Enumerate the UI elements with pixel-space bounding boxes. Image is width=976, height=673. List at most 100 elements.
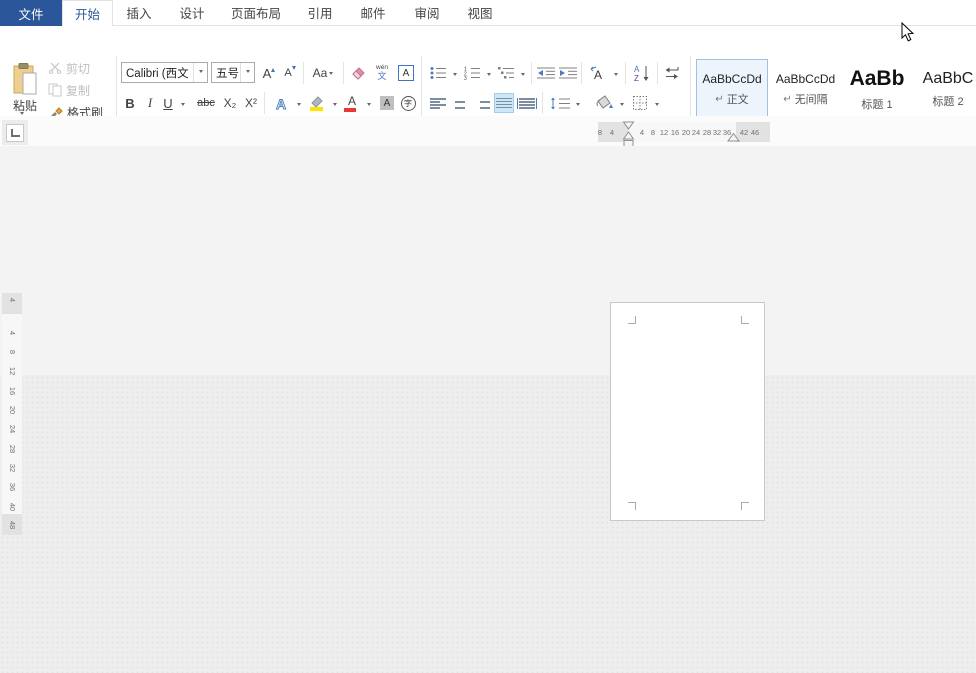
line-spacing-dropdown[interactable] bbox=[572, 94, 583, 113]
align-left-icon bbox=[430, 98, 446, 109]
tab-references[interactable]: 引用 bbox=[295, 0, 345, 25]
numbered-list-icon: 1 2 3 bbox=[464, 66, 480, 80]
margin-crop-mark bbox=[628, 316, 636, 324]
cut-button: 剪切 bbox=[48, 59, 90, 77]
indent-markers[interactable] bbox=[622, 121, 635, 148]
bullets-button[interactable] bbox=[427, 63, 449, 83]
clear-formatting-button[interactable] bbox=[348, 63, 368, 83]
copy-pages-icon bbox=[48, 83, 62, 97]
phonetic-guide-button[interactable]: wén 文 bbox=[372, 61, 392, 85]
style-card-no-spacing[interactable]: AaBbCcDd ↵无间隔 bbox=[770, 59, 841, 120]
asian-layout-button[interactable]: A bbox=[586, 63, 610, 83]
font-name-dropdown[interactable] bbox=[193, 63, 207, 82]
numbering-button[interactable]: 1 2 3 bbox=[461, 63, 483, 83]
font-name-value: Calibri (西文 bbox=[122, 63, 193, 82]
tab-view[interactable]: 视图 bbox=[455, 0, 505, 25]
chevron-down-icon bbox=[246, 70, 250, 75]
tab-insert[interactable]: 插入 bbox=[114, 0, 164, 25]
paint-bucket-icon bbox=[594, 95, 614, 111]
ribbon-tab-bar: 文件 开始 插入 设计 页面布局 引用 邮件 审阅 视图 bbox=[0, 0, 976, 26]
copy-label: 复制 bbox=[66, 82, 90, 99]
align-right-button[interactable] bbox=[472, 94, 492, 113]
strikethrough-button[interactable]: abc bbox=[194, 93, 218, 113]
margin-crop-mark bbox=[741, 502, 749, 510]
dropdown-arrow-icon bbox=[655, 103, 659, 108]
text-effects-dropdown[interactable] bbox=[293, 93, 305, 113]
style-sample: AaBbC bbox=[923, 70, 974, 88]
style-card-heading2[interactable]: AaBbC 标题 2 bbox=[913, 59, 976, 120]
sort-az-icon: A Z bbox=[633, 64, 651, 82]
text-effects-button[interactable]: A bbox=[270, 93, 292, 113]
bold-button[interactable]: B bbox=[121, 93, 139, 113]
tab-file[interactable]: 文件 bbox=[0, 0, 62, 26]
tab-review[interactable]: 审阅 bbox=[401, 0, 453, 25]
ruler-number: 36 bbox=[7, 477, 17, 497]
multilevel-dropdown[interactable] bbox=[517, 63, 528, 83]
text-highlight-dropdown[interactable] bbox=[329, 93, 341, 113]
show-hide-marks-button[interactable] bbox=[661, 63, 683, 83]
change-case-button[interactable]: Aa bbox=[308, 63, 338, 83]
margin-crop-mark bbox=[628, 502, 636, 510]
shrink-font-button[interactable]: A bbox=[281, 63, 299, 83]
font-color-dropdown[interactable] bbox=[363, 93, 375, 113]
highlighter-pen-icon bbox=[308, 95, 326, 111]
tab-design[interactable]: 设计 bbox=[166, 0, 218, 25]
copy-button: 复制 bbox=[48, 81, 90, 99]
multilevel-list-button[interactable] bbox=[495, 63, 517, 83]
line-spacing-button[interactable] bbox=[548, 94, 572, 113]
dropdown-arrow-icon bbox=[614, 73, 618, 78]
enclose-characters-button[interactable]: 字 bbox=[398, 93, 418, 113]
dropdown-arrow-icon bbox=[620, 103, 624, 108]
character-shading-button[interactable]: A bbox=[377, 93, 397, 113]
character-border-button[interactable]: A bbox=[396, 63, 416, 83]
style-card-heading1[interactable]: AaBb 标题 1 bbox=[842, 59, 912, 120]
style-card-normal[interactable]: AaBbCcDd ↵正文 bbox=[696, 59, 768, 120]
borders-button[interactable] bbox=[630, 93, 650, 113]
tab-home[interactable]: 开始 bbox=[62, 0, 113, 26]
grow-font-button[interactable]: A bbox=[259, 63, 279, 83]
word-window: 文件 开始 插入 设计 页面布局 引用 邮件 审阅 视图 粘贴 bbox=[0, 0, 976, 673]
subscript-button[interactable]: X₂ bbox=[220, 93, 240, 113]
paste-button[interactable]: 粘贴 bbox=[4, 56, 46, 120]
mouse-cursor-icon bbox=[901, 22, 915, 42]
underline-dropdown[interactable] bbox=[177, 93, 189, 113]
asian-layout-dropdown[interactable] bbox=[610, 63, 621, 83]
tab-page-layout[interactable]: 页面布局 bbox=[220, 0, 292, 25]
font-color-button[interactable]: A bbox=[342, 93, 362, 113]
shading-button[interactable] bbox=[592, 92, 616, 114]
numbering-dropdown[interactable] bbox=[483, 63, 494, 83]
hanging-indent-marker[interactable] bbox=[624, 132, 634, 139]
right-indent-marker[interactable] bbox=[727, 133, 740, 142]
dropdown-arrow-icon bbox=[181, 103, 185, 108]
shading-dropdown[interactable] bbox=[616, 94, 627, 113]
tab-mailings[interactable]: 邮件 bbox=[347, 0, 399, 25]
red-color-bar bbox=[344, 108, 356, 112]
justify-icon bbox=[496, 98, 512, 109]
bullets-dropdown[interactable] bbox=[449, 63, 460, 83]
align-left-button[interactable] bbox=[428, 94, 448, 113]
font-size-dropdown[interactable] bbox=[240, 63, 254, 82]
underline-button[interactable]: U bbox=[160, 93, 176, 113]
tab-selector[interactable] bbox=[2, 120, 28, 145]
svg-text:A: A bbox=[594, 68, 602, 81]
sort-button[interactable]: A Z bbox=[630, 61, 654, 85]
align-center-icon bbox=[452, 98, 468, 109]
increase-indent-button[interactable] bbox=[557, 63, 579, 83]
decrease-indent-button[interactable] bbox=[535, 63, 557, 83]
font-name-combo[interactable]: Calibri (西文 bbox=[121, 62, 208, 83]
first-line-indent-marker[interactable] bbox=[624, 122, 634, 129]
document-page[interactable] bbox=[610, 302, 765, 521]
justify-button[interactable] bbox=[494, 93, 514, 113]
style-sample: AaBbCcDd bbox=[776, 72, 835, 86]
circled-char-icon: 字 bbox=[401, 96, 416, 111]
font-size-combo[interactable]: 五号 bbox=[211, 62, 255, 83]
distribute-button[interactable] bbox=[516, 94, 538, 113]
superscript-button[interactable]: X² bbox=[241, 93, 261, 113]
borders-dropdown[interactable] bbox=[651, 94, 662, 113]
italic-button[interactable]: I bbox=[142, 93, 158, 113]
mini-separator bbox=[657, 62, 658, 84]
style-sample: AaBbCcDd bbox=[702, 72, 761, 86]
text-highlight-button[interactable] bbox=[306, 93, 328, 113]
align-center-button[interactable] bbox=[450, 94, 470, 113]
ruler-number: 8 bbox=[594, 128, 606, 137]
